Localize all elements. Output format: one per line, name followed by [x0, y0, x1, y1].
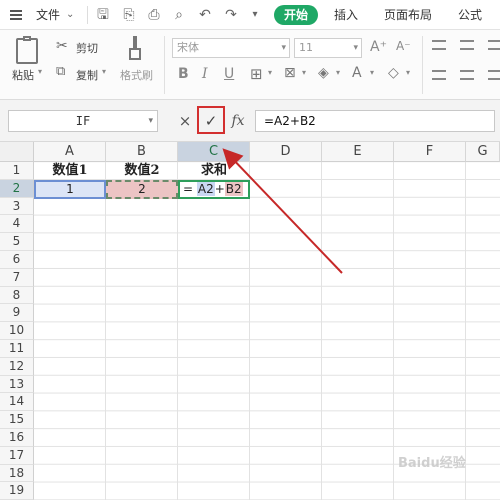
annotation-arrow [222, 148, 343, 274]
arrow-line [222, 148, 343, 274]
watermark: Baidu经验 [398, 456, 466, 471]
